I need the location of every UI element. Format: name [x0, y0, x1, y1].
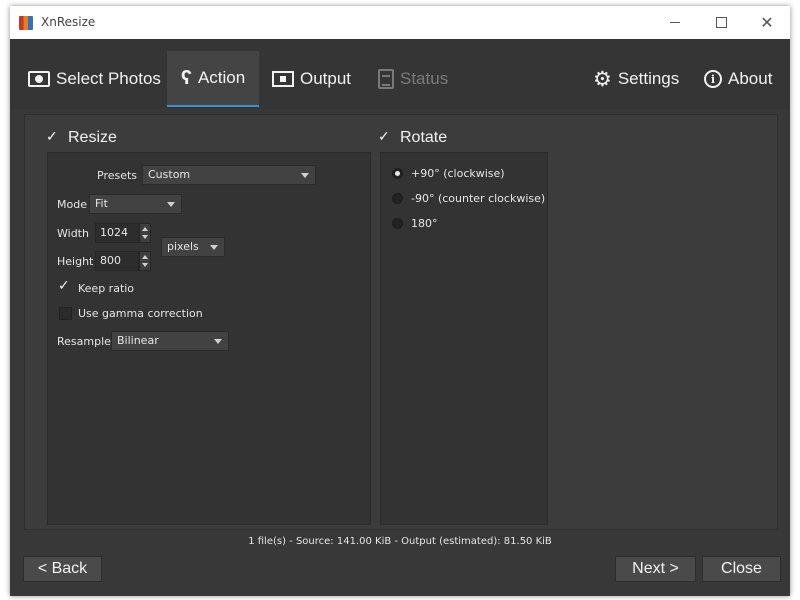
- rotate-group-header[interactable]: Rotate: [378, 128, 448, 147]
- height-label: Height: [57, 255, 94, 268]
- chevron-down-icon: [210, 245, 218, 250]
- main-toolbar: Select Photos ʕ Action Output Status ⚙ S…: [10, 39, 790, 109]
- app-window: XnResize ✕ Select Photos ʕ Action Output…: [10, 6, 790, 596]
- tab-label: Select Photos: [56, 69, 161, 88]
- presets-dropdown[interactable]: Custom: [142, 165, 316, 185]
- tab-about[interactable]: i About: [704, 51, 772, 107]
- gamma-row[interactable]: Use gamma correction: [59, 307, 203, 320]
- rotate-option-180[interactable]: 180°: [392, 217, 438, 230]
- action-icon: ʕ: [180, 66, 192, 89]
- gamma-checkbox[interactable]: [59, 307, 72, 320]
- chevron-down-icon: [214, 339, 222, 344]
- window-title: XnResize: [41, 15, 96, 29]
- width-input[interactable]: 1024: [95, 223, 139, 243]
- action-content: Resize Presets Custom Mode Fit Width 102…: [24, 114, 778, 530]
- resize-group-header[interactable]: Resize: [46, 128, 117, 147]
- tab-output[interactable]: Output: [272, 51, 351, 107]
- rotate-option-label: +90° (clockwise): [411, 167, 505, 180]
- width-spinner[interactable]: [139, 223, 151, 243]
- height-spinner[interactable]: [139, 251, 151, 271]
- app-icon: [19, 16, 33, 30]
- mode-label: Mode: [57, 198, 87, 211]
- rotate-label: Rotate: [400, 129, 448, 146]
- back-button[interactable]: < Back: [23, 556, 102, 582]
- unit-dropdown[interactable]: pixels: [161, 237, 225, 257]
- maximize-icon: [715, 17, 727, 28]
- rotate-option-label: 180°: [411, 217, 438, 230]
- rotate-checkbox[interactable]: [378, 128, 392, 145]
- status-summary: 1 file(s) - Source: 141.00 KiB - Output …: [248, 536, 552, 547]
- gear-icon: ⚙: [593, 67, 612, 91]
- resample-value: Bilinear: [117, 334, 159, 347]
- rotate-option-label: -90° (counter clockwise): [411, 192, 546, 205]
- tab-label: Output: [300, 69, 352, 88]
- resize-checkbox[interactable]: [46, 128, 60, 145]
- keep-ratio-checkbox[interactable]: [58, 278, 72, 295]
- tab-label: Action: [197, 68, 246, 87]
- height-input[interactable]: 800: [95, 251, 139, 271]
- rotate-option-cw[interactable]: +90° (clockwise): [392, 167, 505, 180]
- chevron-down-icon: [301, 173, 309, 178]
- tab-label: Status: [400, 69, 449, 88]
- presets-label: Presets: [97, 169, 138, 182]
- keep-ratio-label: Keep ratio: [78, 282, 135, 295]
- resample-dropdown[interactable]: Bilinear: [111, 331, 229, 351]
- resize-panel: Presets Custom Mode Fit Width 1024 Heigh…: [47, 152, 371, 525]
- tab-action[interactable]: ʕ Action: [167, 51, 259, 107]
- tab-select-photos[interactable]: Select Photos: [24, 51, 165, 107]
- radio-button[interactable]: [392, 193, 403, 204]
- tab-label: About: [728, 69, 773, 88]
- close-button[interactable]: Close: [702, 556, 781, 582]
- title-bar: XnResize ✕: [10, 6, 790, 39]
- rotate-panel: +90° (clockwise) -90° (counter clockwise…: [380, 152, 548, 525]
- mode-dropdown[interactable]: Fit: [89, 194, 182, 214]
- minimize-button[interactable]: [652, 6, 698, 39]
- photos-icon: [28, 71, 50, 87]
- close-window-button[interactable]: ✕: [744, 6, 790, 39]
- tab-settings[interactable]: ⚙ Settings: [593, 51, 679, 107]
- close-icon: ✕: [760, 13, 774, 32]
- chevron-down-icon: [167, 202, 175, 207]
- width-label: Width: [57, 227, 89, 240]
- next-button[interactable]: Next >: [615, 556, 696, 582]
- gamma-label: Use gamma correction: [78, 307, 203, 320]
- radio-button[interactable]: [392, 218, 403, 229]
- mode-value: Fit: [95, 197, 108, 210]
- rotate-option-ccw[interactable]: -90° (counter clockwise): [392, 192, 545, 205]
- presets-value: Custom: [148, 168, 191, 181]
- maximize-button[interactable]: [698, 6, 744, 39]
- tab-status: Status: [378, 51, 448, 107]
- status-icon: [378, 69, 394, 89]
- resize-label: Resize: [68, 129, 117, 146]
- info-icon: i: [704, 70, 722, 88]
- tab-label: Settings: [617, 69, 680, 88]
- keep-ratio-row[interactable]: Keep ratio: [58, 278, 135, 295]
- resample-label: Resample: [57, 335, 111, 348]
- unit-value: pixels: [167, 240, 199, 253]
- radio-button[interactable]: [392, 168, 403, 179]
- minimize-icon: [670, 22, 680, 23]
- output-icon: [272, 71, 294, 87]
